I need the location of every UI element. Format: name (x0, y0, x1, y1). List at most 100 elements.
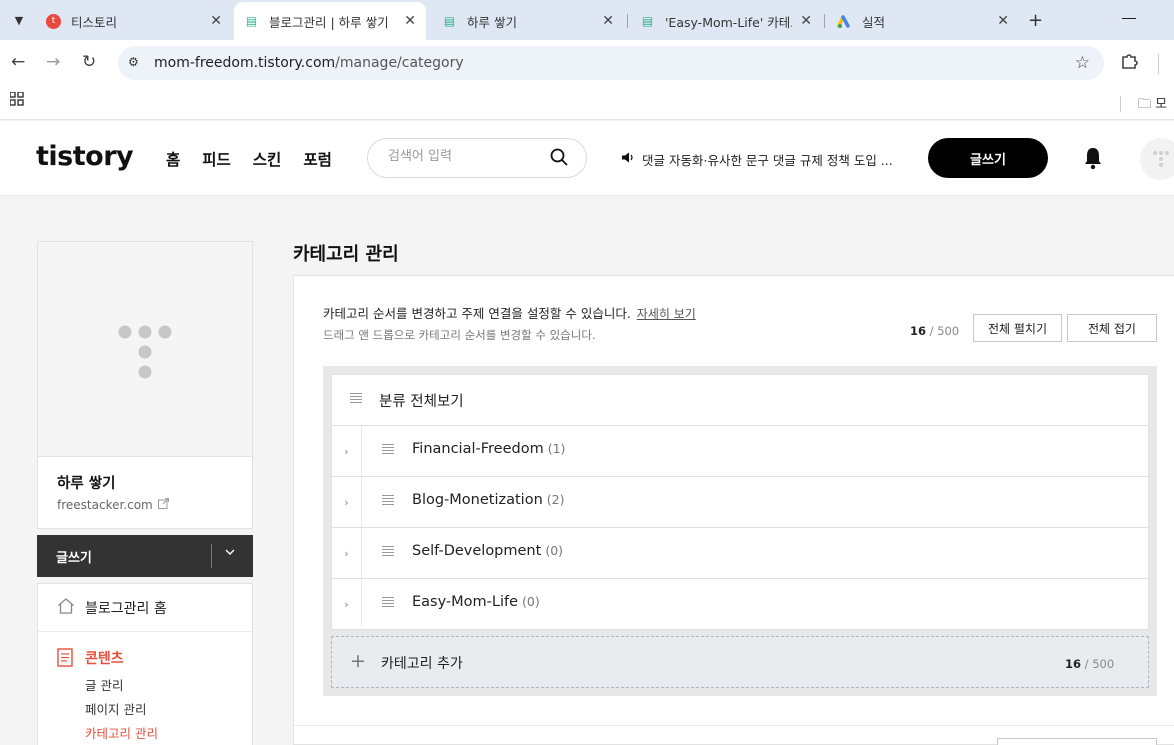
chevron-down-icon[interactable] (224, 546, 236, 561)
back-arrow-icon[interactable]: ← (11, 52, 25, 72)
speaker-icon (621, 151, 634, 168)
more-info-link[interactable]: 자세히 보기 (637, 307, 696, 321)
category-row[interactable]: › Easy-Mom-Life (0) (331, 579, 1149, 630)
browser-tab-tistory[interactable]: t 티스토리 ✕ (36, 6, 232, 36)
bookmark-folder-label: 모 (1155, 97, 1168, 112)
tab-separator (627, 14, 628, 28)
forward-arrow-icon[interactable]: → (46, 52, 60, 72)
add-count-max: / 500 (1084, 657, 1115, 671)
window-minimize-icon[interactable] (1122, 18, 1136, 19)
site-settings-icon[interactable]: ⚙ (128, 55, 139, 69)
sidebar-write-divider (211, 544, 212, 568)
tab-title: 티스토리 (71, 14, 118, 30)
category-root-row[interactable]: 분류 전체보기 (331, 374, 1149, 426)
write-post-button[interactable]: 글쓰기 (928, 138, 1048, 178)
tistory-red-icon: t (46, 13, 61, 29)
tab-close-icon[interactable]: ✕ (800, 13, 812, 29)
sidebar-write-label: 글쓰기 (56, 551, 92, 566)
tab-search-chevron-icon[interactable]: ▼ (8, 9, 30, 31)
search-input[interactable] (388, 149, 538, 164)
sidebar-write-button[interactable]: 글쓰기 (37, 535, 253, 577)
notice-banner[interactable]: 댓글 자동화·유사한 문구 댓글 규제 정책 도입 ... (621, 150, 893, 169)
drag-handle-icon[interactable] (382, 597, 394, 609)
description-text: 카테고리 순서를 변경하고 주제 연결을 설정할 수 있습니다. 자세히 보기 (323, 303, 696, 322)
expand-all-button[interactable]: 전체 펼치기 (973, 314, 1062, 342)
chevron-right-icon[interactable]: › (332, 579, 362, 629)
bookmark-star-icon[interactable]: ☆ (1075, 53, 1090, 73)
category-name: Easy-Mom-Life (0) (412, 594, 540, 610)
panel-divider (294, 725, 1174, 726)
drag-handle-icon[interactable] (382, 546, 394, 558)
blog-profile-card: 하루 쌓기 freestacker.com (37, 241, 253, 529)
category-name: Blog-Monetization (2) (412, 492, 564, 508)
nav-skin[interactable]: 스킨 (253, 148, 282, 170)
chevron-right-icon[interactable]: › (332, 528, 362, 578)
browser-tab-blog-manage[interactable]: ▤ 블로그관리 | 하루 쌓기 ✕ (234, 2, 426, 40)
description-main: 카테고리 순서를 변경하고 주제 연결을 설정할 수 있습니다. (323, 306, 631, 321)
category-row[interactable]: › Self-Development (0) (331, 528, 1149, 579)
tab-close-icon[interactable]: ✕ (602, 13, 614, 29)
tab-title: 하루 쌓기 (467, 14, 517, 30)
tab-title: 실적 (862, 14, 886, 30)
blog-thumbnail[interactable] (38, 242, 252, 457)
plus-icon: + (350, 650, 366, 672)
browser-toolbar: ← → ↻ ⚙ mom-freedom.tistory.com/manage/c… (0, 40, 1174, 86)
category-row[interactable]: › Blog-Monetization (2) (331, 477, 1149, 528)
browser-tab-easy-mom-life[interactable]: ▤ 'Easy-Mom-Life' 카테고 ✕ (630, 6, 822, 36)
chevron-right-icon[interactable]: › (332, 477, 362, 527)
drag-handle-icon[interactable] (350, 393, 362, 405)
category-name: Self-Development (0) (412, 543, 563, 559)
notice-text: 댓글 자동화·유사한 문구 댓글 규제 정책 도입 ... (642, 153, 893, 168)
browser-tab-ads[interactable]: 실적 ✕ (827, 6, 1019, 36)
site-header: tistory 홈 피드 스킨 포럼 댓글 자동화·유사한 문구 댓글 규제 정… (0, 121, 1174, 196)
nav-feed[interactable]: 피드 (202, 148, 231, 170)
toolbar-separator (1158, 54, 1159, 74)
search-icon[interactable] (550, 148, 568, 166)
drag-hint-text: 드래그 앤 드롭으로 카테고리 순서를 변경할 수 있습니다. (323, 328, 596, 342)
category-post-count: (0) (522, 594, 540, 609)
external-link-icon (157, 498, 169, 512)
nav-home[interactable]: 홈 (166, 148, 180, 170)
sidebar-item-home[interactable]: 블로그관리 홈 (38, 584, 252, 632)
tab-close-icon[interactable]: ✕ (404, 13, 416, 29)
tistory-dots-icon (1153, 151, 1169, 167)
tistory-logo[interactable]: tistory (36, 141, 134, 172)
tab-close-icon[interactable]: ✕ (210, 13, 222, 29)
home-icon (58, 598, 74, 614)
sidebar-item-content-label: 콘텐츠 (85, 651, 124, 667)
tab-title: 블로그관리 | 하루 쌓기 (269, 14, 389, 30)
collapse-all-button[interactable]: 전체 접기 (1067, 314, 1157, 342)
tab-close-icon[interactable]: ✕ (997, 13, 1009, 29)
bookmark-folder[interactable]: 🗀 모 (1138, 93, 1167, 117)
profile-avatar[interactable] (1140, 138, 1174, 180)
reload-icon[interactable]: ↻ (82, 52, 96, 72)
drag-handle-icon[interactable] (382, 495, 394, 507)
save-changes-button[interactable] (997, 738, 1157, 745)
apps-grid-icon[interactable] (9, 91, 24, 110)
chevron-right-icon[interactable]: › (332, 426, 362, 476)
extensions-puzzle-icon[interactable] (1120, 52, 1138, 74)
nav-forum[interactable]: 포럼 (303, 148, 332, 170)
blog-green-icon: ▤ (641, 14, 654, 28)
notification-bell-icon[interactable] (1082, 146, 1104, 170)
tab-separator (824, 14, 825, 28)
url-host: mom-freedom.tistory.com (154, 55, 336, 71)
address-bar[interactable]: ⚙ mom-freedom.tistory.com/manage/categor… (118, 46, 1104, 80)
sidebar-subitem-posts[interactable]: 글 관리 (85, 675, 123, 694)
blog-name[interactable]: 하루 쌓기 (57, 472, 115, 493)
category-post-count: (0) (545, 543, 564, 558)
document-icon (57, 648, 73, 667)
add-category-label: 카테고리 추가 (381, 656, 463, 672)
sidebar-subitem-categories[interactable]: 카테고리 관리 (85, 723, 158, 742)
category-post-count: (2) (546, 492, 565, 507)
new-tab-button[interactable]: + (1028, 10, 1043, 31)
browser-tab-haru[interactable]: ▤ 하루 쌓기 ✕ (432, 6, 624, 36)
sidebar-subitem-pages[interactable]: 페이지 관리 (85, 699, 146, 718)
category-name-text: Blog-Monetization (412, 492, 543, 508)
drag-handle-icon[interactable] (382, 444, 394, 456)
url-path: /manage/category (335, 55, 464, 71)
url-text[interactable]: mom-freedom.tistory.com/manage/category (154, 55, 464, 71)
blog-url[interactable]: freestacker.com (57, 498, 169, 512)
add-category-button[interactable]: + 카테고리 추가 16 / 500 (331, 636, 1149, 688)
category-row[interactable]: › Financial-Freedom (1) (331, 426, 1149, 477)
